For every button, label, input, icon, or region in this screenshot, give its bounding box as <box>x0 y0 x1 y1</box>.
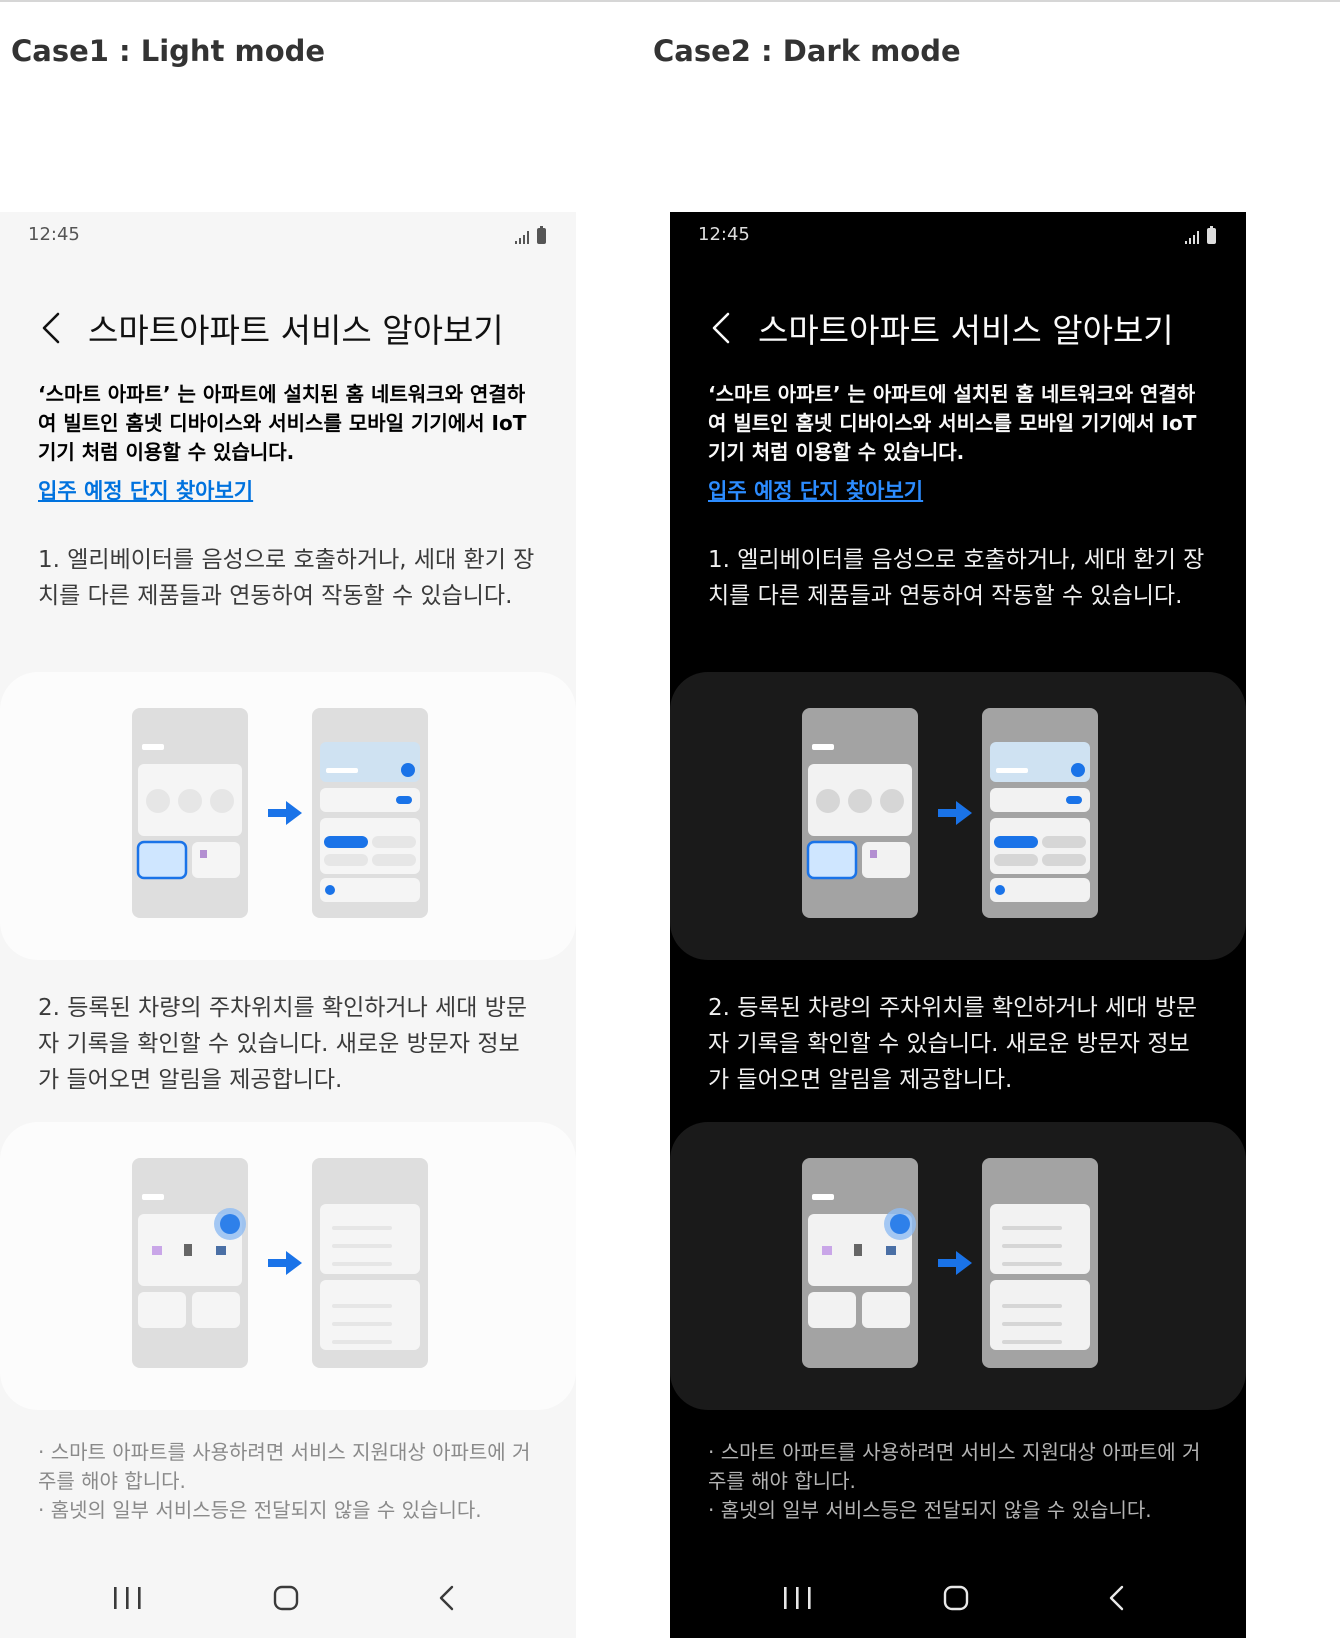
note-1: · 스마트 아파트를 사용하려면 서비스 지원대상 아파트에 거주를 해야 합니… <box>708 1440 1201 1493</box>
feature-1-text: 1. 엘리베이터를 음성으로 호출하거나, 세대 환기 장치를 다른 제품들과 … <box>708 547 1205 609</box>
home-icon <box>273 1585 299 1611</box>
parking-visitor-illustration <box>802 1158 1098 1368</box>
navigation-bar <box>670 1558 1246 1638</box>
find-complex-link[interactable]: 입주 예정 단지 찾아보기 <box>708 475 923 505</box>
recent-apps-button[interactable] <box>772 1578 822 1618</box>
signal-icon <box>1185 230 1199 244</box>
top-divider <box>0 0 1340 2</box>
feature-2-text: 2. 등록된 차량의 주차위치를 확인하거나 세대 방문자 기록을 확인할 수 … <box>708 995 1198 1093</box>
feature-2-illustration <box>670 1122 1246 1410</box>
status-time: 12:45 <box>28 224 80 245</box>
nav-back-button[interactable] <box>1094 1578 1144 1618</box>
phone-screen-dark: 12:45 스마트아파트 서비스 알아보기 ‘스마트 아파트’ 는 아파트에 설… <box>670 212 1246 1638</box>
feature-2-illustration <box>0 1122 576 1410</box>
intro-text: ‘스마트 아파트’ 는 아파트에 설치된 홈 네트워크와 연결하여 빌트인 홈넷… <box>708 382 1197 464</box>
recent-apps-button[interactable] <box>102 1578 152 1618</box>
feature-2-text: 2. 등록된 차량의 주차위치를 확인하거나 세대 방문자 기록을 확인할 수 … <box>38 995 528 1093</box>
chevron-left-icon <box>42 312 60 344</box>
recent-apps-icon <box>114 1587 141 1609</box>
status-icons <box>1185 224 1216 244</box>
navigation-bar <box>0 1558 576 1638</box>
case1-title: Case1 : Light mode <box>11 34 326 68</box>
home-button[interactable] <box>932 1578 982 1618</box>
nav-back-icon <box>1109 1585 1124 1611</box>
note-1: · 스마트 아파트를 사용하려면 서비스 지원대상 아파트에 거주를 해야 합니… <box>38 1440 531 1493</box>
chevron-left-icon <box>712 312 730 344</box>
case2-title: Case2 : Dark mode <box>653 34 961 68</box>
back-button[interactable] <box>36 308 66 348</box>
feature-1-text: 1. 엘리베이터를 음성으로 호출하거나, 세대 환기 장치를 다른 제품들과 … <box>38 547 535 609</box>
find-complex-link[interactable]: 입주 예정 단지 찾아보기 <box>38 475 253 505</box>
phone-screen-light: 12:45 스마트아파트 서비스 알아보기 ‘스마트 아파트’ 는 아파트에 설… <box>0 212 576 1638</box>
intro-text: ‘스마트 아파트’ 는 아파트에 설치된 홈 네트워크와 연결하여 빌트인 홈넷… <box>38 382 527 464</box>
signal-icon <box>515 230 529 244</box>
status-time: 12:45 <box>698 224 750 245</box>
home-button[interactable] <box>262 1578 312 1618</box>
page-title: 스마트아파트 서비스 알아보기 <box>88 311 504 350</box>
notes: · 스마트 아파트를 사용하려면 서비스 지원대상 아파트에 거주를 해야 합니… <box>708 1438 1218 1525</box>
parking-visitor-illustration <box>132 1158 428 1368</box>
elevator-ventilation-illustration <box>802 708 1098 918</box>
arrow-right-icon <box>938 1251 972 1275</box>
feature-1-illustration <box>670 672 1246 960</box>
arrow-right-icon <box>268 1251 302 1275</box>
notes: · 스마트 아파트를 사용하려면 서비스 지원대상 아파트에 거주를 해야 합니… <box>38 1438 548 1525</box>
battery-icon <box>537 226 546 244</box>
feature-1-illustration <box>0 672 576 960</box>
elevator-ventilation-illustration <box>132 708 428 918</box>
status-icons <box>515 224 546 244</box>
back-button[interactable] <box>706 308 736 348</box>
battery-icon <box>1207 226 1216 244</box>
recent-apps-icon <box>784 1587 811 1609</box>
nav-back-icon <box>439 1585 454 1611</box>
arrow-right-icon <box>938 801 972 825</box>
page-title: 스마트아파트 서비스 알아보기 <box>758 311 1174 350</box>
nav-back-button[interactable] <box>424 1578 474 1618</box>
note-2: · 홈넷의 일부 서비스등은 전달되지 않을 수 있습니다. <box>708 1498 1152 1522</box>
arrow-right-icon <box>268 801 302 825</box>
note-2: · 홈넷의 일부 서비스등은 전달되지 않을 수 있습니다. <box>38 1498 482 1522</box>
home-icon <box>943 1585 969 1611</box>
